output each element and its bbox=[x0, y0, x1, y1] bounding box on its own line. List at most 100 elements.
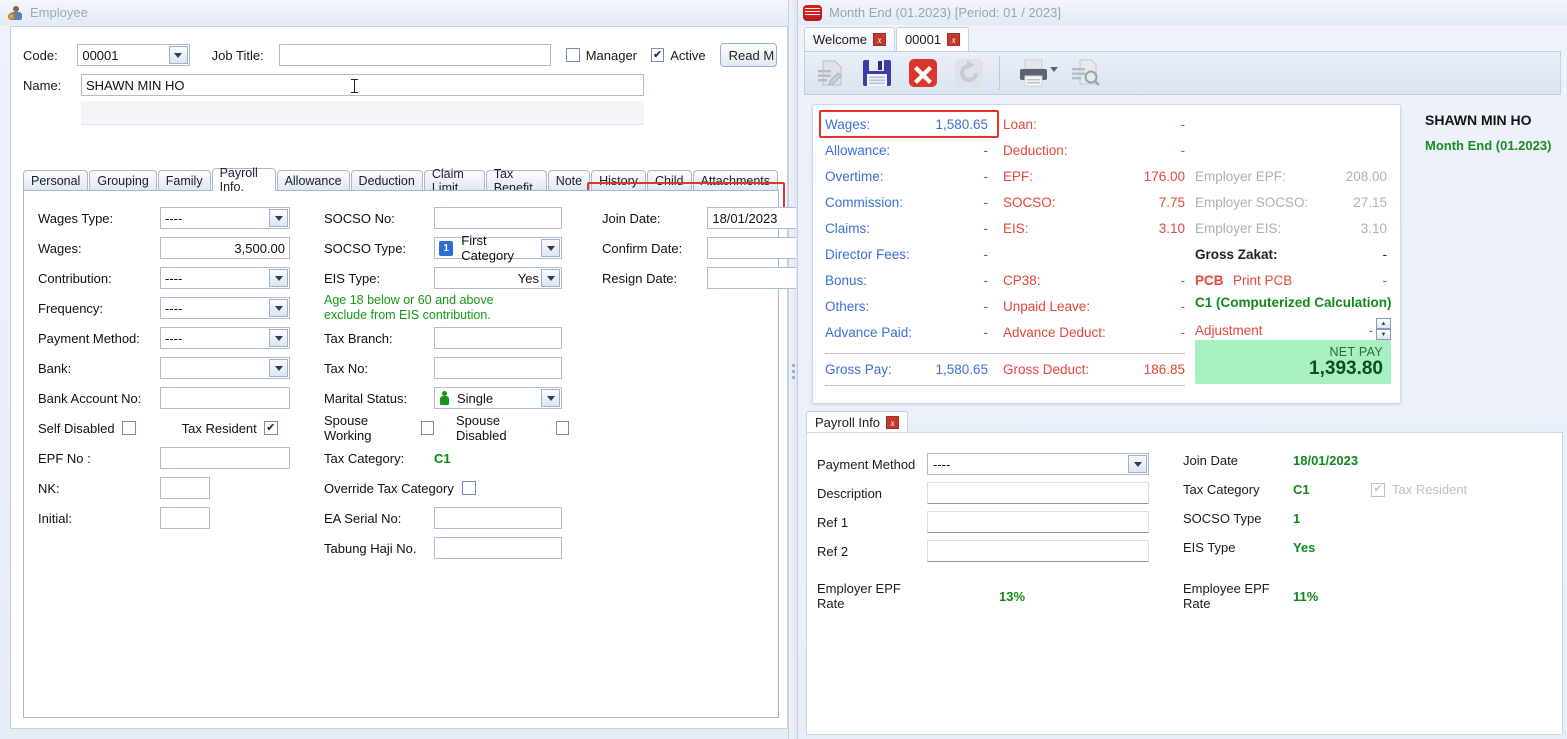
epf-no-input[interactable] bbox=[160, 447, 290, 469]
pi-ref2-row: Ref 2 bbox=[817, 540, 1149, 562]
tab-payroll-info[interactable]: Payroll Info. bbox=[212, 168, 276, 191]
tax-no-input[interactable] bbox=[434, 357, 562, 379]
chevron-down-icon[interactable] bbox=[269, 269, 288, 287]
tax-resident-label: Tax Resident bbox=[182, 421, 257, 436]
print-button[interactable] bbox=[1008, 53, 1062, 93]
epf-no-label: EPF No : bbox=[38, 451, 160, 466]
tab-family[interactable]: Family bbox=[158, 170, 211, 191]
tab-note[interactable]: Note bbox=[548, 170, 590, 191]
resign-date-input[interactable] bbox=[707, 267, 797, 289]
chevron-down-icon[interactable] bbox=[541, 269, 560, 287]
refresh-icon bbox=[953, 58, 985, 88]
socso-no-input[interactable] bbox=[434, 207, 562, 229]
tab-payroll-info-detail[interactable]: Payroll Info x bbox=[806, 411, 908, 433]
confirm-date-input[interactable] bbox=[707, 237, 797, 259]
chevron-down-icon[interactable] bbox=[169, 46, 188, 64]
spouse-disabled-checkbox[interactable] bbox=[556, 421, 569, 435]
read-more-button[interactable]: Read M bbox=[720, 43, 777, 67]
chevron-down-icon[interactable] bbox=[269, 209, 288, 227]
payment-method-combobox[interactable]: ---- bbox=[160, 327, 290, 349]
name-input[interactable]: SHAWN MIN HO bbox=[81, 74, 644, 96]
pi-payment-method-combobox[interactable]: ---- bbox=[927, 453, 1149, 475]
tab-welcome[interactable]: Welcome x bbox=[804, 27, 895, 51]
chevron-down-icon[interactable] bbox=[541, 239, 560, 257]
tax-resident-checkbox[interactable] bbox=[264, 421, 278, 435]
adjustment-spinner[interactable]: ▲ ▼ bbox=[1376, 318, 1391, 340]
tab-history[interactable]: History bbox=[591, 170, 646, 191]
spinner-up-icon[interactable]: ▲ bbox=[1376, 318, 1391, 329]
tab-deduction[interactable]: Deduction bbox=[351, 170, 423, 191]
pi-ref2-input[interactable] bbox=[927, 540, 1149, 562]
field-tax-branch: Tax Branch: bbox=[324, 327, 569, 349]
contribution-combobox[interactable]: ---- bbox=[160, 267, 290, 289]
pi-tax-resident-checkbox bbox=[1371, 483, 1385, 497]
tax-category-value: C1 bbox=[434, 451, 451, 466]
code-combobox[interactable]: 00001 bbox=[77, 44, 189, 66]
payment-method-label: Payment Method: bbox=[38, 331, 160, 346]
manager-label: Manager bbox=[586, 48, 637, 63]
spinner-down-icon[interactable]: ▼ bbox=[1376, 329, 1391, 340]
chevron-down-icon[interactable] bbox=[269, 299, 288, 317]
save-button[interactable] bbox=[855, 53, 899, 93]
close-icon[interactable]: x bbox=[886, 416, 899, 429]
eis-type-combobox[interactable]: Yes bbox=[434, 267, 562, 289]
initial-input[interactable] bbox=[160, 507, 210, 529]
overtime-value: - bbox=[873, 169, 988, 184]
tab-child[interactable]: Child bbox=[647, 170, 692, 191]
ea-serial-input[interactable] bbox=[434, 507, 562, 529]
nk-input[interactable] bbox=[160, 477, 210, 499]
frequency-combobox[interactable]: ---- bbox=[160, 297, 290, 319]
preview-icon bbox=[1070, 58, 1102, 88]
tab-allowance[interactable]: Allowance bbox=[277, 170, 350, 191]
tab-personal[interactable]: Personal bbox=[23, 170, 88, 191]
tabung-haji-input[interactable] bbox=[434, 537, 562, 559]
chevron-down-icon[interactable] bbox=[1050, 67, 1058, 72]
refresh-button[interactable] bbox=[947, 53, 991, 93]
chevron-down-icon[interactable] bbox=[269, 329, 288, 347]
tab-label: History bbox=[599, 174, 638, 188]
print-pcb-link[interactable]: Print PCB bbox=[1233, 273, 1292, 288]
tab-attachments[interactable]: Attachments bbox=[693, 170, 778, 191]
wages-label: Wages: bbox=[825, 117, 870, 132]
close-icon[interactable]: x bbox=[947, 33, 960, 46]
chevron-down-icon[interactable] bbox=[269, 359, 288, 377]
pi-description-input[interactable] bbox=[927, 482, 1149, 504]
field-override-tax-category: Override Tax Category bbox=[324, 477, 569, 499]
bonus-value: - bbox=[873, 273, 988, 288]
active-checkbox[interactable] bbox=[651, 48, 664, 62]
edit-button[interactable] bbox=[809, 53, 853, 93]
bank-account-label: Bank Account No: bbox=[38, 391, 160, 406]
join-date-input[interactable]: 18/01/2023 bbox=[707, 207, 797, 229]
self-disabled-checkbox[interactable] bbox=[122, 421, 136, 435]
pi-employee-epf-rate-row: Employee EPF Rate 11% bbox=[1183, 581, 1318, 611]
preview-button[interactable] bbox=[1064, 53, 1108, 93]
wages-input[interactable]: 3,500.00 bbox=[160, 237, 290, 259]
socso-type-badge: 1 bbox=[439, 241, 453, 256]
chevron-down-icon[interactable] bbox=[541, 389, 560, 407]
socso-type-label: SOCSO Type: bbox=[324, 241, 434, 256]
close-icon[interactable]: x bbox=[873, 33, 886, 46]
wages-type-combobox[interactable]: ---- bbox=[160, 207, 290, 229]
bank-account-input[interactable] bbox=[160, 387, 290, 409]
marital-status-combobox[interactable]: Single bbox=[434, 387, 562, 409]
cancel-button[interactable] bbox=[901, 53, 945, 93]
tab-tax-benefit[interactable]: Tax Benefit bbox=[486, 170, 547, 191]
socso-type-combobox[interactable]: 1 First Category bbox=[434, 237, 562, 259]
chevron-down-icon[interactable] bbox=[1128, 455, 1147, 473]
override-tax-checkbox[interactable] bbox=[462, 481, 476, 495]
pi-employee-epf-rate-label: Employee EPF Rate bbox=[1183, 581, 1293, 611]
job-title-input[interactable] bbox=[279, 44, 551, 66]
name-label: Name: bbox=[23, 78, 81, 93]
splitter-grip[interactable] bbox=[792, 364, 795, 382]
tax-branch-input[interactable] bbox=[434, 327, 562, 349]
spouse-working-checkbox[interactable] bbox=[421, 421, 434, 435]
bank-combobox[interactable] bbox=[160, 357, 290, 379]
tax-no-label: Tax No: bbox=[324, 361, 434, 376]
tab-grouping[interactable]: Grouping bbox=[89, 170, 156, 191]
tab-claim-limit[interactable]: Claim Limit bbox=[424, 170, 485, 191]
window-splitter[interactable] bbox=[788, 0, 798, 739]
pi-ref1-input[interactable] bbox=[927, 511, 1149, 533]
tab-00001[interactable]: 00001 x bbox=[896, 27, 969, 51]
manager-checkbox[interactable] bbox=[566, 48, 579, 62]
pi-tax-category-row: Tax Category C1 Tax Resident bbox=[1183, 482, 1467, 497]
